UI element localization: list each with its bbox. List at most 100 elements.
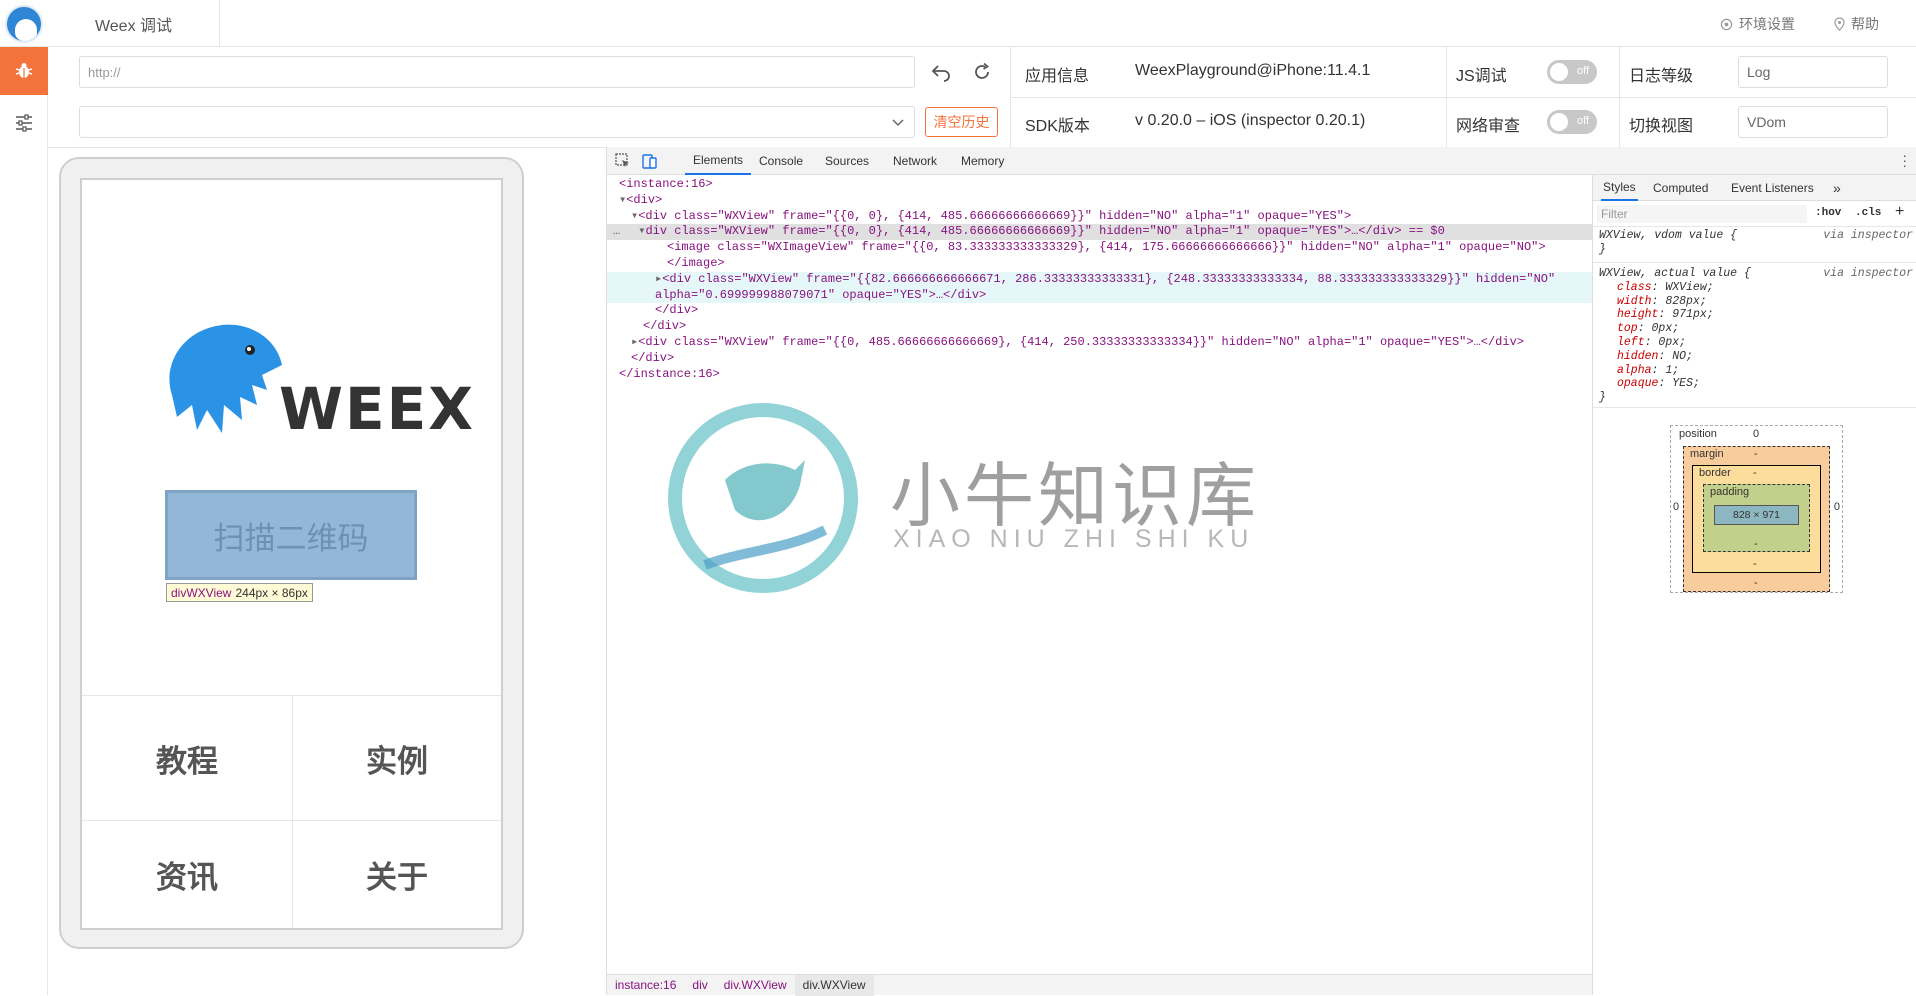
toggle-knob [1550, 113, 1568, 131]
border-label: border [1699, 467, 1731, 479]
debug-nav-button[interactable] [0, 47, 48, 95]
tab-elements[interactable]: Elements [685, 147, 752, 175]
prop-name: hidden [1617, 349, 1659, 363]
devtools-tab-bar: Elements Console Sources Network Memory … [607, 147, 1916, 175]
vdom-style-block: WXView, vdom value { via inspector } [1593, 227, 1916, 263]
prop-value: 0px; [1651, 322, 1680, 336]
more-menu-icon[interactable]: · · · [1902, 148, 1907, 172]
dom-node-text: alpha="0.699999988079071" opaque="YES">…… [655, 287, 987, 302]
toggle-state: off [1576, 115, 1589, 127]
toggle-knob [1550, 63, 1568, 81]
js-debug-toggle[interactable]: off [1547, 60, 1597, 84]
breadcrumb-item-current[interactable]: div.WXView [794, 974, 874, 996]
prop-value: WXView; [1665, 280, 1714, 294]
style-prop[interactable]: alpha: 1; [1599, 364, 1911, 378]
dom-node-text: </div> [631, 350, 675, 365]
dom-node-text: </div> [655, 303, 699, 318]
breadcrumb-item[interactable]: div.WXView [716, 975, 795, 996]
dom-node-text: <image class="WXImageView" frame="{{0, 8… [667, 240, 1546, 255]
view-switch-label: 切换视图 [1629, 118, 1694, 135]
js-debug-label: JS调试 [1456, 68, 1507, 85]
dom-node[interactable]: </image> [607, 256, 1592, 272]
dom-node[interactable]: </div> [607, 319, 1592, 335]
style-prop[interactable]: top: 0px; [1599, 322, 1911, 336]
dom-node[interactable]: </div> [607, 303, 1592, 319]
dom-node-hovered[interactable]: ▸<div class="WXView" frame="{{82.6666666… [607, 271, 1592, 288]
sliders-icon [16, 114, 32, 132]
grid-item-news[interactable]: 资讯 [82, 821, 293, 928]
hov-toggle[interactable]: :hov [1815, 207, 1841, 219]
breadcrumb-item[interactable]: div [684, 975, 715, 996]
ellipsis-icon: … [613, 224, 621, 239]
grid-item-examples[interactable]: 实例 [293, 695, 501, 821]
env-settings-link[interactable]: 环境设置 [1720, 14, 1795, 34]
tab-computed[interactable]: Computed [1653, 175, 1708, 201]
view-switch-select[interactable]: VDom [1738, 106, 1888, 138]
dom-node-text: <instance:16> [619, 177, 713, 191]
via-inspector-link[interactable]: via inspector [1823, 229, 1913, 243]
style-prop[interactable]: hidden: NO; [1599, 350, 1911, 364]
device-toggle-icon[interactable] [641, 153, 657, 169]
undo-icon[interactable] [930, 62, 952, 82]
history-select[interactable] [79, 106, 915, 138]
actual-style-block: WXView, actual value { via inspector cla… [1593, 263, 1916, 408]
margin-box[interactable]: margin - - border - - padding - 828 × 97… [1683, 446, 1830, 592]
prop-name: width [1617, 294, 1652, 308]
prop-value: NO; [1672, 349, 1693, 363]
inspect-element-icon[interactable] [615, 153, 631, 169]
dom-node[interactable]: <image class="WXImageView" frame="{{0, 8… [607, 240, 1592, 256]
style-prop[interactable]: left: 0px; [1599, 336, 1911, 350]
tab-sources[interactable]: Sources [817, 147, 877, 175]
tab-event-listeners[interactable]: Event Listeners [1731, 175, 1814, 201]
add-style-rule-button[interactable]: + [1895, 203, 1904, 221]
weex-brand-text: WEEX [279, 375, 475, 443]
scan-qr-button[interactable]: 扫描二维码 [165, 490, 417, 580]
vdom-close: } [1599, 242, 1606, 256]
network-inspect-label: 网络审查 [1456, 118, 1521, 135]
dom-node[interactable]: ▸<div class="WXView" frame="{{0, 485.666… [607, 335, 1592, 351]
refresh-icon[interactable] [972, 62, 992, 82]
dom-node[interactable]: ▾<div> [607, 193, 1592, 209]
prop-name: left [1617, 335, 1645, 349]
dom-node-hovered[interactable]: alpha="0.699999988079071" opaque="YES">…… [607, 287, 1592, 304]
url-input[interactable]: http:// [79, 56, 915, 88]
gear-icon [1720, 18, 1733, 30]
weex-logo[interactable] [0, 0, 48, 47]
cls-toggle[interactable]: .cls [1855, 207, 1881, 219]
via-inspector-link[interactable]: via inspector [1823, 267, 1913, 281]
padding-box[interactable]: padding - 828 × 971 [1703, 484, 1810, 552]
tab-styles[interactable]: Styles [1601, 175, 1638, 201]
prop-name: alpha [1617, 363, 1652, 377]
padding-value: - [1754, 538, 1758, 550]
styles-filter-input[interactable]: Filter [1597, 205, 1807, 223]
style-prop[interactable]: width: 828px; [1599, 295, 1911, 309]
settings-nav-button[interactable] [0, 99, 48, 147]
style-prop[interactable]: class: WXView; [1599, 281, 1911, 295]
help-link[interactable]: 帮助 [1834, 14, 1879, 34]
tab-console[interactable]: Console [751, 147, 811, 175]
style-prop[interactable]: opaque: YES; [1599, 377, 1911, 391]
dom-node-selected[interactable]: … ▾div class="WXView" frame="{{0, 0}, {41… [607, 224, 1592, 241]
log-level-select[interactable]: Log [1738, 56, 1888, 88]
content-box[interactable]: 828 × 971 [1714, 505, 1799, 525]
grid-item-tutorial[interactable]: 教程 [82, 695, 293, 821]
tab-memory[interactable]: Memory [953, 147, 1012, 175]
prop-value: 828px; [1665, 294, 1707, 308]
tab-network[interactable]: Network [885, 147, 945, 175]
clear-history-button[interactable]: 清空历史 [925, 107, 998, 137]
dom-node[interactable]: <instance:16> [607, 177, 1592, 193]
dom-node[interactable]: </div> [607, 351, 1592, 367]
dom-node[interactable]: ▾<div class="WXView" frame="{{0, 0}, {41… [607, 209, 1592, 225]
log-level-label: 日志等级 [1629, 68, 1694, 85]
more-tabs-icon[interactable]: » [1833, 175, 1841, 201]
border-box[interactable]: border - - padding - 828 × 971 [1692, 465, 1821, 573]
margin-value: - [1754, 448, 1758, 460]
app-info-value: WeexPlayground@iPhone:11.4.1 [1135, 62, 1371, 79]
dom-node[interactable]: </instance:16> [607, 367, 1592, 383]
breadcrumb-item[interactable]: instance:16 [607, 975, 684, 996]
network-inspect-toggle[interactable]: off [1547, 110, 1597, 134]
style-prop[interactable]: height: 971px; [1599, 308, 1911, 322]
prop-value: 1; [1665, 363, 1680, 377]
grid-item-about[interactable]: 关于 [293, 821, 501, 928]
prop-name: height [1617, 308, 1659, 322]
